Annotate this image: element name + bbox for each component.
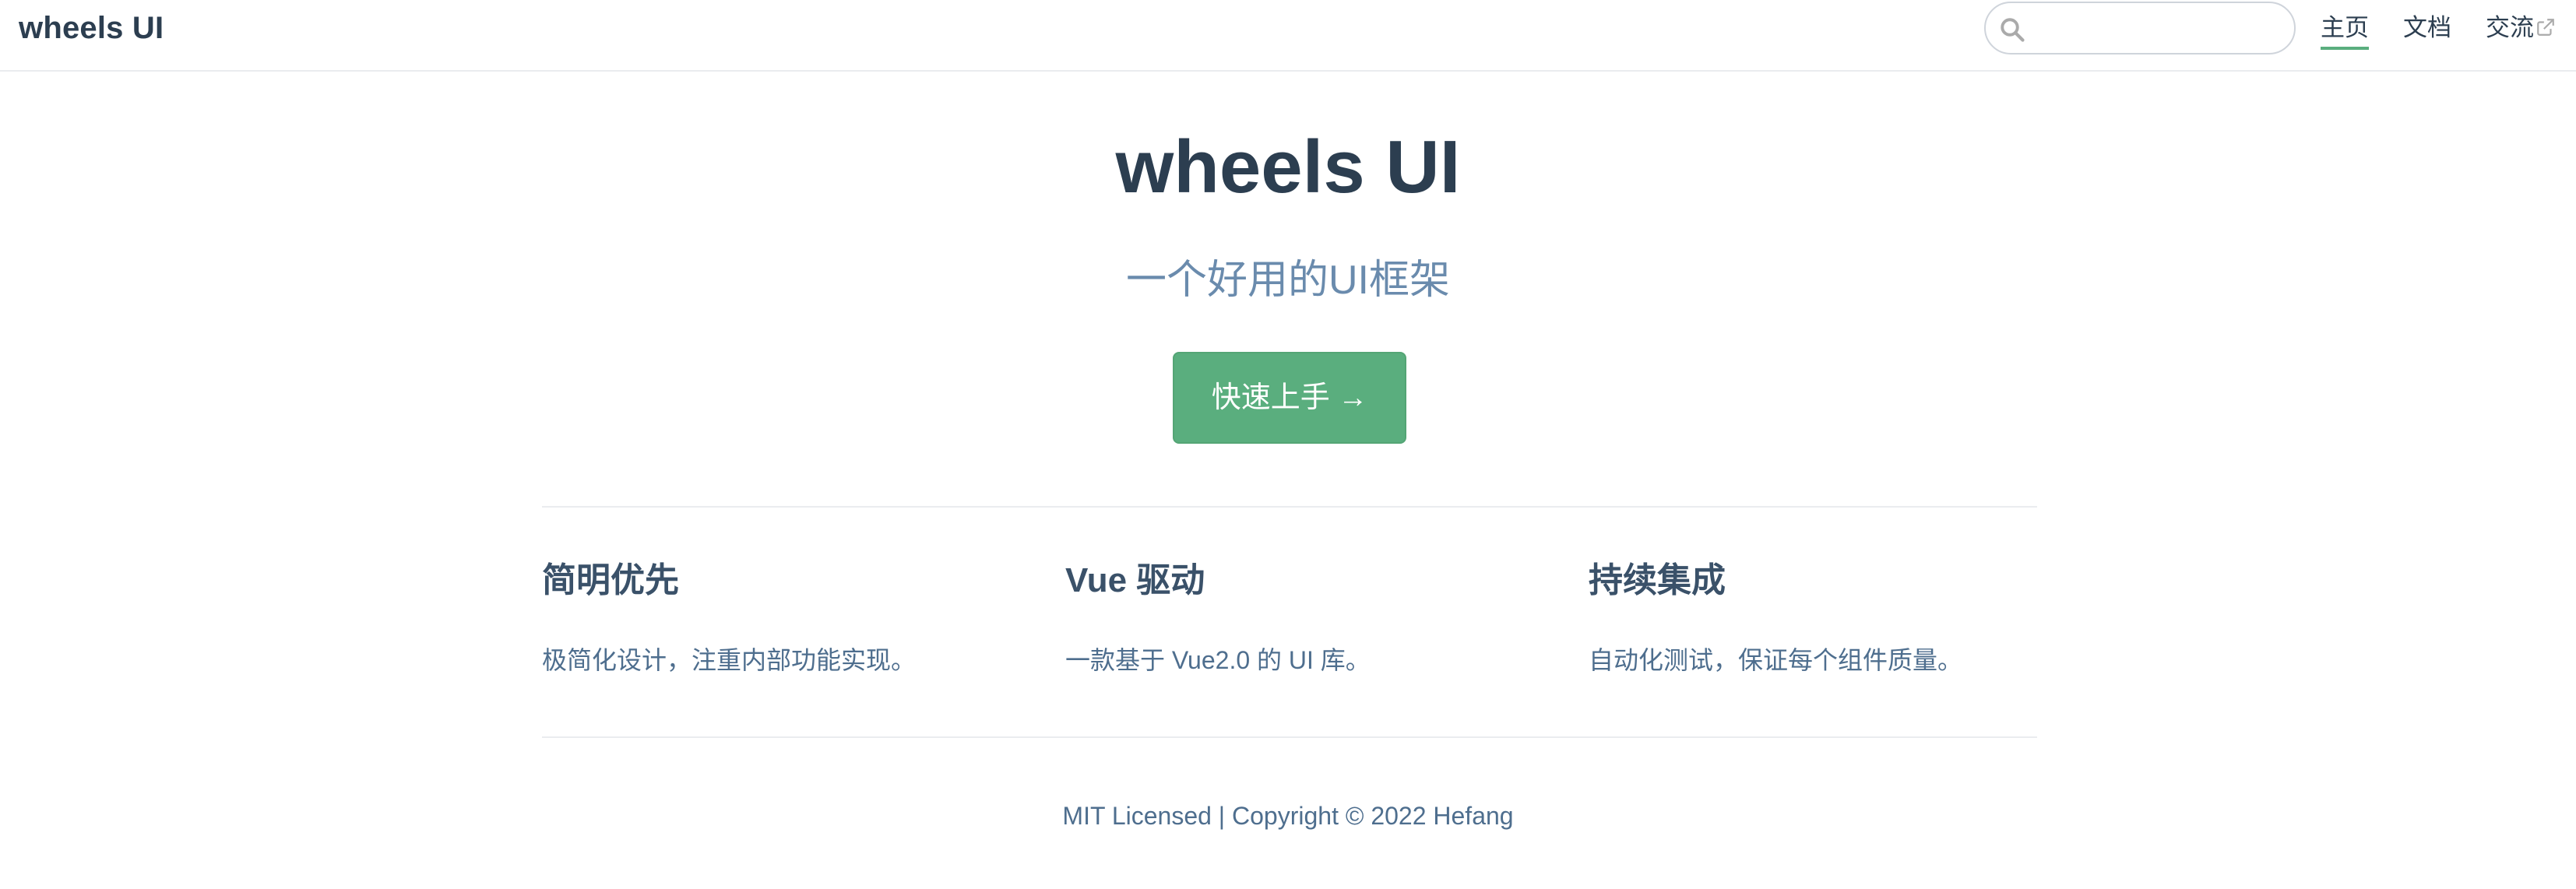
feature-details: 极简化设计，注重内部功能实现。 — [542, 646, 917, 674]
search-icon — [2001, 18, 2025, 42]
feature-title: 简明优先 — [542, 561, 679, 599]
nav-link-docs[interactable]: 文档 — [2403, 11, 2451, 45]
feature-details: 一款基于 Vue2.0 的 UI 库。 — [1065, 646, 1371, 674]
search-input[interactable] — [2034, 9, 2283, 47]
search-box[interactable] — [1984, 2, 2296, 54]
feature-title: 持续集成 — [1589, 561, 1726, 599]
hero-title: wheels UI — [1115, 125, 1461, 209]
nav-link-chat[interactable]: 交流 — [2486, 11, 2534, 45]
external-link-icon — [2537, 19, 2554, 36]
feature-details: 自动化测试，保证每个组件质量。 — [1589, 646, 1963, 674]
feature-card: Vue 驱动 一款基于 Vue2.0 的 UI 库。 — [1065, 557, 1548, 674]
feature-card: 持续集成 自动化测试，保证每个组件质量。 — [1589, 557, 2071, 674]
navbar: wheels UI 主页 文档 交流 — [0, 0, 2576, 72]
get-started-button[interactable]: 快速上手 → — [1173, 352, 1406, 444]
footer-text: MIT Licensed | Copyright © 2022 Hefang — [1062, 802, 1514, 830]
hero-description: 一个好用的UI框架 — [1125, 258, 1450, 303]
footer-divider — [542, 736, 2037, 738]
site-brand[interactable]: wheels UI — [19, 9, 164, 47]
nav-link-home[interactable]: 主页 — [2321, 11, 2369, 50]
feature-card: 简明优先 极简化设计，注重内部功能实现。 — [542, 557, 1025, 674]
feature-title: Vue 驱动 — [1065, 561, 1205, 599]
features-divider-top — [542, 506, 2037, 508]
